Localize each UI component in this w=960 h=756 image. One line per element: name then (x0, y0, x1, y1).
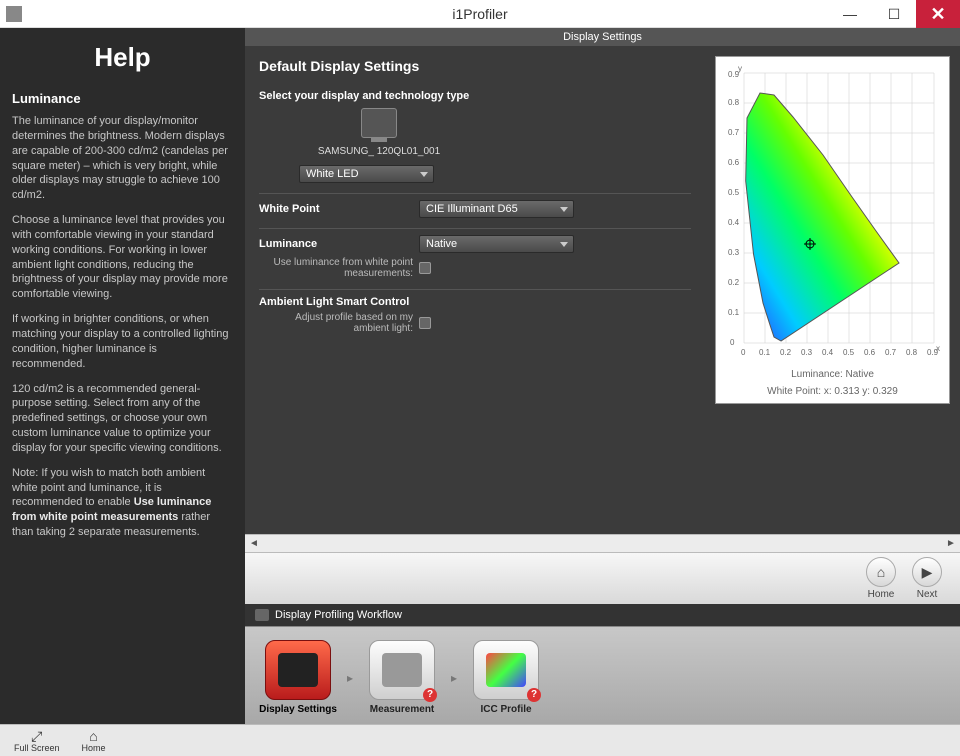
ambient-label: Ambient Light Smart Control (259, 296, 479, 308)
svg-text:0.5: 0.5 (728, 188, 740, 197)
workflow-body: Display Settings ▸ ? Measurement ▸ ? ICC… (245, 626, 960, 724)
home-icon: ⌂ (877, 564, 885, 580)
home-icon: ⌂ (89, 729, 97, 743)
svg-text:0.3: 0.3 (801, 348, 813, 357)
gamut-whitepoint-caption: White Point: x: 0.313 y: 0.329 (767, 386, 898, 397)
chromaticity-diagram: 00.10.20.30.40.50.60.70.80.9 00.10.20.30… (718, 63, 948, 363)
settings-pane: Default Display Settings Select your dis… (245, 46, 705, 534)
display-device[interactable]: SAMSUNG_ 120QL01_001 (299, 108, 459, 157)
workflow-step-icc-profile[interactable]: ? ICC Profile (465, 640, 547, 715)
svg-text:0.4: 0.4 (822, 348, 834, 357)
help-section-heading: Luminance (12, 91, 233, 106)
help-badge-icon: ? (423, 688, 437, 702)
svg-text:0: 0 (730, 338, 735, 347)
chevron-right-icon: ▸ (451, 671, 457, 685)
svg-text:0.8: 0.8 (906, 348, 918, 357)
monitor-icon (255, 609, 269, 621)
chevron-right-icon: ▸ (347, 671, 353, 685)
maximize-button[interactable]: ☐ (872, 0, 916, 28)
scroll-right-icon[interactable]: ► (944, 537, 958, 551)
bottom-bar: ⤢ Full Screen ⌂ Home (0, 724, 960, 756)
svg-text:0.1: 0.1 (728, 308, 740, 317)
content-header: Display Settings (245, 28, 960, 46)
whitepoint-label: White Point (259, 203, 419, 215)
next-button[interactable]: ▶ Next (912, 557, 942, 600)
help-title: Help (12, 42, 233, 73)
help-paragraph: If working in brighter conditions, or wh… (12, 312, 233, 371)
backlight-dropdown[interactable]: White LED (299, 165, 434, 183)
luminance-label: Luminance (259, 238, 419, 250)
svg-text:0: 0 (741, 348, 746, 357)
workflow-header: Display Profiling Workflow (245, 604, 960, 626)
luminance-dropdown[interactable]: Native (419, 235, 574, 253)
ambient-adjust-label: Adjust profile based on my ambient light… (259, 312, 419, 334)
svg-text:0.4: 0.4 (728, 218, 740, 227)
chromaticity-card: 00.10.20.30.40.50.60.70.80.9 00.10.20.30… (715, 56, 950, 404)
svg-text:0.6: 0.6 (864, 348, 876, 357)
home-button[interactable]: ⌂ Home (866, 557, 896, 600)
luminance-from-wp-label: Use luminance from white point measureme… (259, 257, 419, 279)
content-area: Display Settings Default Display Setting… (245, 28, 960, 724)
help-panel: Help Luminance The luminance of your dis… (0, 28, 245, 724)
home-button[interactable]: ⌂ Home (82, 729, 106, 753)
workflow-step-measurement[interactable]: ? Measurement (361, 640, 443, 715)
gamut-panel: 00.10.20.30.40.50.60.70.80.9 00.10.20.30… (705, 46, 960, 534)
svg-text:0.8: 0.8 (728, 98, 740, 107)
svg-text:y: y (738, 64, 742, 73)
scroll-left-icon[interactable]: ◄ (247, 537, 261, 551)
gamut-luminance-caption: Luminance: Native (791, 369, 874, 380)
select-display-label: Select your display and technology type (259, 90, 691, 102)
svg-text:0.2: 0.2 (780, 348, 792, 357)
help-paragraph: 120 cd/m2 is a recommended general-purpo… (12, 382, 233, 456)
fullscreen-icon: ⤢ (31, 729, 42, 743)
svg-text:x: x (936, 344, 940, 353)
svg-text:0.2: 0.2 (728, 278, 740, 287)
minimize-button[interactable]: — (828, 0, 872, 28)
svg-text:0.7: 0.7 (728, 128, 740, 137)
monitor-icon (361, 108, 397, 138)
horizontal-scrollbar[interactable]: ◄ ► (245, 534, 960, 552)
title-bar: i1Profiler — ☐ ✕ (0, 0, 960, 28)
help-badge-icon: ? (527, 688, 541, 702)
fullscreen-button[interactable]: ⤢ Full Screen (14, 729, 60, 753)
svg-text:0.1: 0.1 (759, 348, 771, 357)
luminance-from-wp-checkbox[interactable] (419, 262, 431, 274)
nav-row: ⌂ Home ▶ Next (245, 552, 960, 604)
whitepoint-dropdown[interactable]: CIE Illuminant D65 (419, 200, 574, 218)
ambient-adjust-checkbox[interactable] (419, 317, 431, 329)
help-paragraph: The luminance of your display/monitor de… (12, 114, 233, 203)
settings-heading: Default Display Settings (259, 58, 691, 74)
workflow-step-display-settings[interactable]: Display Settings (257, 640, 339, 715)
app-title: i1Profiler (0, 6, 960, 22)
svg-text:0.3: 0.3 (728, 248, 740, 257)
svg-text:0.5: 0.5 (843, 348, 855, 357)
workflow-title: Display Profiling Workflow (275, 609, 402, 621)
display-name: SAMSUNG_ 120QL01_001 (318, 146, 440, 157)
window-controls: — ☐ ✕ (828, 0, 960, 28)
svg-text:0.7: 0.7 (885, 348, 897, 357)
play-icon: ▶ (922, 564, 933, 581)
help-paragraph: Choose a luminance level that provides y… (12, 213, 233, 302)
help-paragraph: Note: If you wish to match both ambient … (12, 466, 233, 540)
close-button[interactable]: ✕ (916, 0, 960, 28)
svg-text:0.6: 0.6 (728, 158, 740, 167)
